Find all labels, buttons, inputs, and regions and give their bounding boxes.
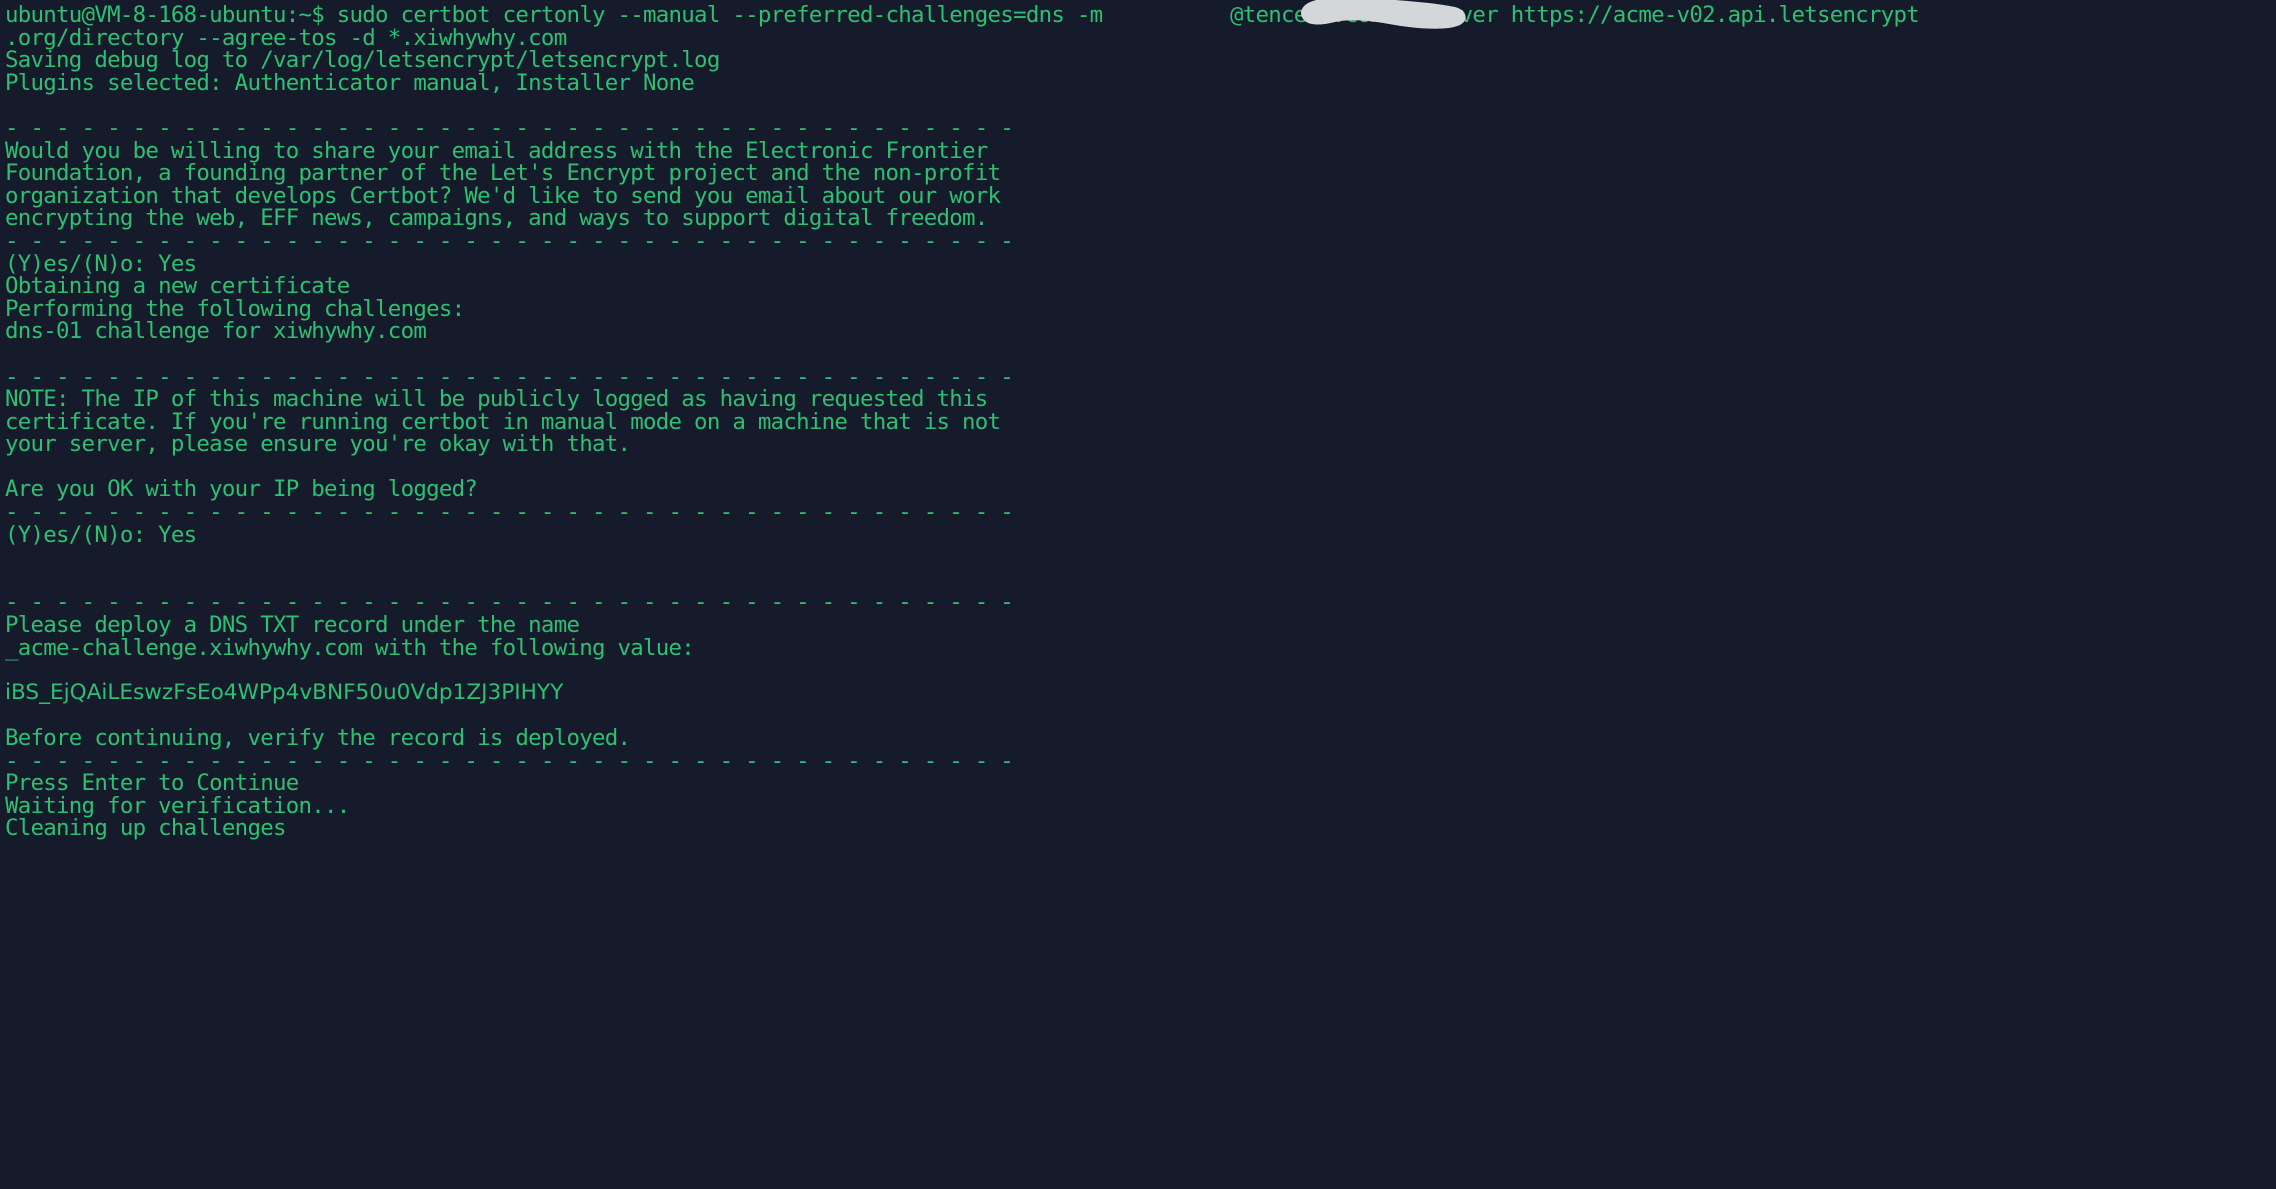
eff-prompt-row: organization that develops Certbot? We'd… <box>5 182 1001 209</box>
deploy-instruction-row: Please deploy a DNS TXT record under the… <box>5 612 580 639</box>
eff-prompt-row: Would you be willing to share your email… <box>5 137 988 164</box>
blank-row <box>5 569 2276 592</box>
blank-row <box>5 546 2276 569</box>
eff-prompt-row: Foundation, a founding partner of the Le… <box>5 160 1001 187</box>
separator-row: - - - - - - - - - - - - - - - - - - - - … <box>5 589 1014 616</box>
dns-challenge-row: dns-01 challenge for xiwhywhy.com <box>5 318 427 345</box>
yes-no-answer-row: (Y)es/(N)o: Yes <box>5 250 197 277</box>
blank-row <box>5 456 2276 479</box>
blank-row <box>5 659 2276 682</box>
dns-txt-value-row: iBS_EjQAiLEswzFsEo4WPp4vBNF50u0Vdp1ZJ3PI… <box>5 679 564 705</box>
blank-row <box>5 94 2276 117</box>
ip-note-row: NOTE: The IP of this machine will be pub… <box>5 386 988 413</box>
terminal-screen[interactable]: ubuntu@VM-8-168-ubuntu:~$ sudo certbot c… <box>0 0 2276 840</box>
separator-row: - - - - - - - - - - - - - - - - - - - - … <box>5 499 1014 526</box>
deploy-record-name-row: _acme-challenge.xiwhywhy.com with the fo… <box>5 634 695 661</box>
obtaining-cert-row: Obtaining a new certificate <box>5 273 350 300</box>
cleaning-up-row: Cleaning up challenges <box>5 815 286 842</box>
command-line-row: .org/directory --agree-tos -d *.xiwhywhy… <box>5 24 567 51</box>
separator-row: - - - - - - - - - - - - - - - - - - - - … <box>5 227 1014 254</box>
debug-log-row: Saving debug log to /var/log/letsencrypt… <box>5 47 720 74</box>
separator-row: - - - - - - - - - - - - - - - - - - - - … <box>5 363 1014 390</box>
blank-row <box>5 704 2276 727</box>
terminal-window[interactable]: ubuntu@VM-8-168-ubuntu:~$ sudo certbot c… <box>0 0 2276 1189</box>
verify-record-row: Before continuing, verify the record is … <box>5 725 631 751</box>
waiting-verification-row: Waiting for verification... <box>5 792 350 819</box>
plugins-selected-row: Plugins selected: Authenticator manual, … <box>5 69 695 96</box>
blank-row <box>5 343 2276 366</box>
ip-question-row: Are you OK with your IP being logged? <box>5 476 478 503</box>
command-line-row: ubuntu@VM-8-168-ubuntu:~$ sudo certbot c… <box>5 2 1920 28</box>
eff-prompt-row: encrypting the web, EFF news, campaigns,… <box>5 205 988 232</box>
separator-row: - - - - - - - - - - - - - - - - - - - - … <box>5 747 1014 774</box>
yes-no-answer-row: (Y)es/(N)o: Yes <box>5 521 197 548</box>
ip-note-row: your server, please ensure you're okay w… <box>5 431 631 458</box>
separator-row: - - - - - - - - - - - - - - - - - - - - … <box>5 114 1014 141</box>
press-enter-row: Press Enter to Continue <box>5 770 299 797</box>
performing-challenges-row: Performing the following challenges: <box>5 295 465 322</box>
ip-note-row: certificate. If you're running certbot i… <box>5 408 1001 435</box>
